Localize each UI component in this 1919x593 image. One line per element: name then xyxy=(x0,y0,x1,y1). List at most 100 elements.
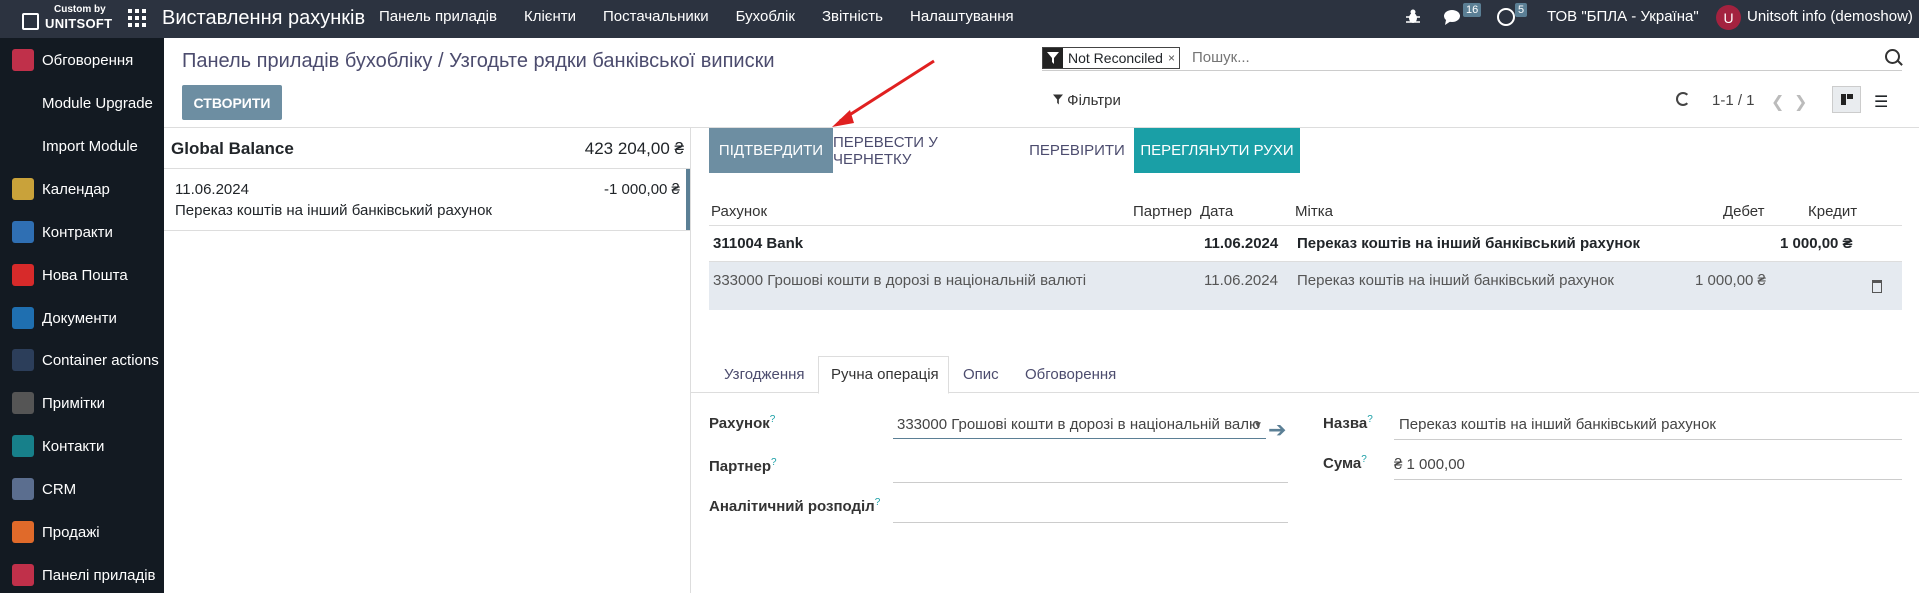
sidebar-item-label: Документи xyxy=(42,309,117,327)
facet-remove-icon[interactable]: × xyxy=(1168,51,1179,65)
search-facet[interactable]: Not Reconciled × xyxy=(1042,47,1180,69)
row1-date[interactable]: 11.06.2024 xyxy=(1204,235,1278,252)
sidebar-item[interactable]: Календар xyxy=(0,175,164,203)
row2-date[interactable]: 11.06.2024 xyxy=(1204,272,1278,289)
sidebar-item[interactable]: Обговорення xyxy=(0,46,164,74)
sidebar-item[interactable]: Import Module xyxy=(0,132,164,160)
amount-field[interactable]: ₴ 1 000,00 xyxy=(1394,456,1465,473)
statement-line-card[interactable] xyxy=(164,169,690,230)
col-header-debit: Дебет xyxy=(1723,203,1765,220)
analytic-label: Аналітичний розподіл? xyxy=(709,497,881,515)
account-field[interactable]: 333000 Грошові кошти в дорозі в націонал… xyxy=(897,416,1260,433)
sidebar-item[interactable]: CRM xyxy=(0,475,164,503)
sidebar-item-label: Import Module xyxy=(42,137,138,155)
search-icon[interactable] xyxy=(1885,49,1900,64)
user-menu[interactable]: Unitsoft info (demoshow) xyxy=(1747,8,1913,25)
row2-label[interactable]: Переказ коштів на інший банківський раху… xyxy=(1297,272,1614,289)
company-switcher[interactable]: ТОВ "БПЛА - Україна" xyxy=(1547,8,1699,25)
messages-icon[interactable] xyxy=(1443,9,1463,26)
search-input[interactable] xyxy=(1192,49,1792,66)
statement-line-description: Переказ коштів на інший банківський раху… xyxy=(175,202,492,219)
name-field[interactable]: Переказ коштів на інший банківський раху… xyxy=(1399,416,1716,433)
help-icon[interactable]: ? xyxy=(1361,454,1367,465)
sidebar-item-label: Обговорення xyxy=(42,51,134,69)
calendar-icon xyxy=(12,178,34,200)
breadcrumb[interactable]: Панель приладів бухобліку / Узгодьте ряд… xyxy=(182,50,775,73)
help-icon[interactable]: ? xyxy=(770,414,776,425)
account-underline xyxy=(893,438,1266,439)
menu-item-settings[interactable]: Налаштування xyxy=(910,8,1014,25)
sidebar-item-label: Примітки xyxy=(42,394,105,412)
reset-to-draft-button[interactable]: ПЕРЕВЕСТИ У ЧЕРНЕТКУ xyxy=(833,128,1020,173)
app-title[interactable]: Виставлення рахунків xyxy=(162,7,365,30)
row1-label[interactable]: Переказ коштів на інший банківський раху… xyxy=(1297,235,1640,252)
menu-item-dashboard[interactable]: Панель приладів xyxy=(379,8,497,25)
menu-item-vendors[interactable]: Постачальники xyxy=(603,8,709,25)
pager-value[interactable]: 1-1 / 1 xyxy=(1712,92,1755,109)
row1-credit[interactable]: 1 000,00 ₴ xyxy=(1780,235,1853,252)
col-header-label: Мітка xyxy=(1295,203,1333,220)
menu-item-accounting[interactable]: Бухоблік xyxy=(736,8,795,25)
kanban-view-icon[interactable] xyxy=(1832,86,1861,113)
activity-clock-icon[interactable] xyxy=(1497,8,1515,26)
sidebar-item[interactable]: Панелі приладів xyxy=(0,561,164,589)
sidebar-item-label: Нова Пошта xyxy=(42,266,128,284)
sidebar-item[interactable]: Продажі xyxy=(0,518,164,546)
sidebar-item[interactable]: Нова Пошта xyxy=(0,261,164,289)
tab-discussion[interactable]: Обговорення xyxy=(1025,366,1116,383)
view-moves-button[interactable]: ПЕРЕГЛЯНУТИ РУХИ xyxy=(1134,128,1300,173)
brand-line2: UNITSOFT xyxy=(45,16,113,31)
sidebar-item-label: Контракти xyxy=(42,223,113,241)
filters-label: Фільтри xyxy=(1067,92,1121,109)
create-button[interactable]: СТВОРИТИ xyxy=(182,85,282,120)
sidebar-item[interactable]: Примітки xyxy=(0,389,164,417)
partner-underline xyxy=(893,482,1288,483)
pager-next-icon[interactable]: ❯ xyxy=(1794,92,1807,112)
trash-icon[interactable] xyxy=(1872,280,1882,293)
apps-grid-icon[interactable] xyxy=(128,9,146,27)
tab-manual-operation[interactable]: Ручна операція xyxy=(831,366,939,383)
logo-icon xyxy=(22,13,39,30)
help-icon[interactable]: ? xyxy=(875,497,881,508)
app-sidebar: Обговорення Module Upgrade Import Module Ка… xyxy=(0,38,164,593)
filters-dropdown[interactable]: Фільтри xyxy=(1053,92,1121,109)
search-bar: Not Reconciled × xyxy=(1042,46,1902,71)
chat-icon xyxy=(12,49,34,71)
refresh-icon[interactable] xyxy=(1676,92,1690,106)
global-balance-value: 423 204,00 ₴ xyxy=(584,139,684,158)
confirm-button[interactable]: ПІДТВЕРДИТИ xyxy=(709,128,833,173)
sidebar-item-label: CRM xyxy=(42,480,77,498)
tab-description[interactable]: Опис xyxy=(963,366,999,383)
filter-icon xyxy=(1043,48,1063,68)
sidebar-item-label: Панелі приладів xyxy=(42,566,156,584)
row1-account[interactable]: 311004 Bank xyxy=(713,235,803,252)
chevron-down-icon[interactable]: ▼ xyxy=(1253,420,1263,431)
check-button[interactable]: ПЕРЕВІРИТИ xyxy=(1020,128,1134,173)
name-label: Назва? xyxy=(1323,414,1373,432)
menu-item-customers[interactable]: Клієнти xyxy=(524,8,576,25)
sidebar-item-label: Продажі xyxy=(42,523,100,541)
row2-account[interactable]: 333000 Грошові кошти в дорозі в націонал… xyxy=(713,272,1086,289)
statement-line-amount: -1 000,00 ₴ xyxy=(604,181,680,198)
menu-item-reporting[interactable]: Звітність xyxy=(822,8,883,25)
brand-logo[interactable]: Custom by UNITSOFT xyxy=(0,0,133,38)
help-icon[interactable]: ? xyxy=(1367,414,1373,425)
pager-prev-icon[interactable]: ❮ xyxy=(1771,92,1784,112)
sidebar-item[interactable]: Module Upgrade xyxy=(0,89,164,117)
sidebar-item[interactable]: Документи xyxy=(0,304,164,332)
contract-icon xyxy=(12,221,34,243)
messages-badge: 16 xyxy=(1463,3,1482,17)
amount-label: Сума? xyxy=(1323,454,1367,472)
sales-icon xyxy=(12,521,34,543)
help-icon[interactable]: ? xyxy=(771,457,777,468)
row2-debit[interactable]: 1 000,00 ₴ xyxy=(1695,272,1766,289)
tab-reconciliation[interactable]: Узгодження xyxy=(724,366,805,383)
user-avatar[interactable]: U xyxy=(1716,5,1741,30)
arrow-right-icon[interactable]: ➔ xyxy=(1268,417,1286,443)
sidebar-item[interactable]: Container actions xyxy=(0,346,164,374)
documents-icon xyxy=(12,307,34,329)
sidebar-item[interactable]: Контракти xyxy=(0,218,164,246)
list-view-icon[interactable]: ☰ xyxy=(1874,92,1888,112)
sidebar-item[interactable]: Контакти xyxy=(0,432,164,460)
bug-icon[interactable] xyxy=(1406,9,1420,25)
